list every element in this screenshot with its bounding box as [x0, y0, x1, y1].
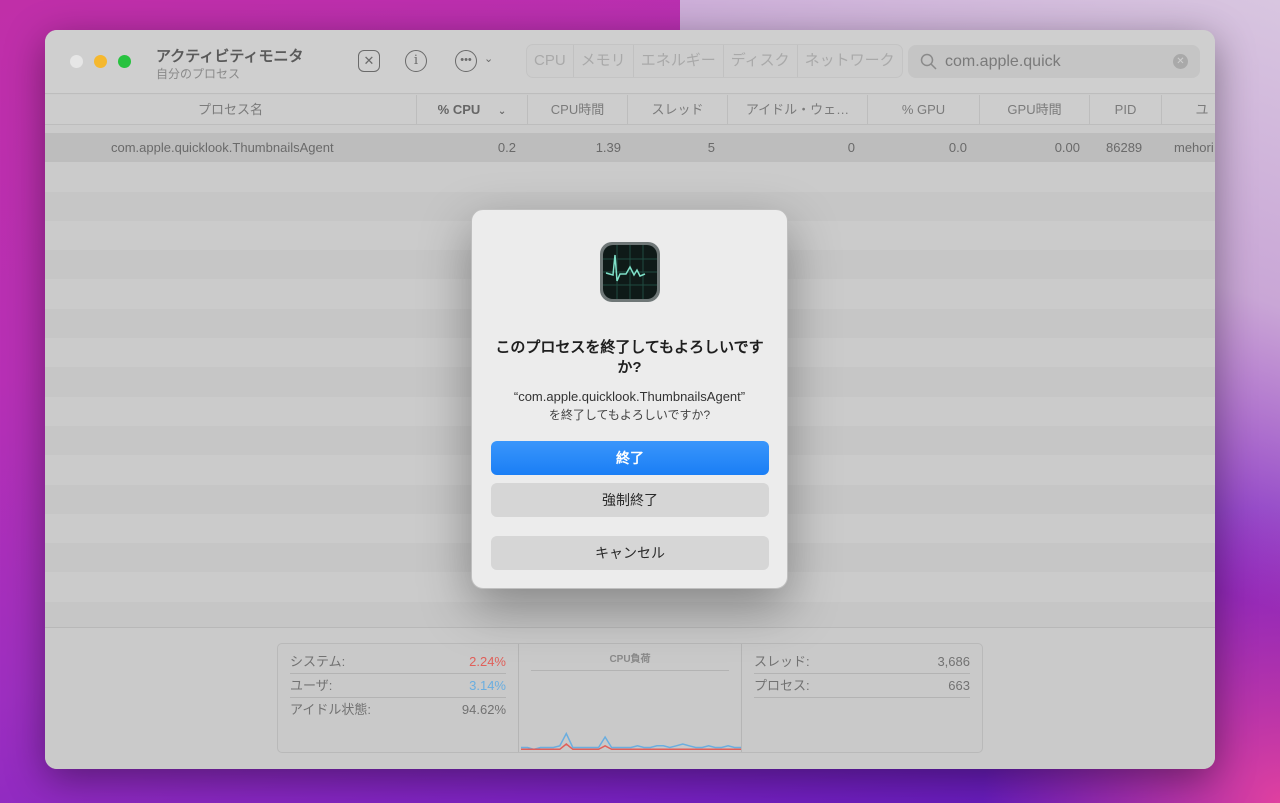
stat-value: 2.24%: [469, 654, 506, 669]
tab-memory[interactable]: メモリ: [574, 45, 634, 77]
cancel-button[interactable]: キャンセル: [491, 536, 769, 570]
stat-processes: プロセス: 663: [754, 674, 970, 698]
column-pid[interactable]: PID: [1090, 95, 1162, 125]
stat-idle: アイドル状態: 94.62%: [290, 698, 506, 722]
chart-title: CPU負荷: [531, 650, 729, 671]
tab-cpu[interactable]: CPU: [527, 45, 574, 77]
column-process-name[interactable]: プロセス名: [45, 95, 417, 125]
column-gpu-time[interactable]: GPU時間: [980, 95, 1090, 125]
table-header: プロセス名 % CPU ⌄ CPU時間 スレッド アイドル・ウェ… % GPU …: [45, 95, 1215, 125]
footer-panel: システム: 2.24% ユーザ: 3.14% アイドル状態: 94.62% CPU負荷…: [45, 627, 1215, 769]
cell-gpu: 0.0: [948, 140, 967, 155]
stat-threads: スレッド: 3,686: [754, 650, 970, 674]
dialog-title: このプロセスを終了してもよろしいですか?: [495, 339, 764, 376]
quit-button[interactable]: 終了: [491, 441, 769, 475]
column-cpu[interactable]: % CPU ⌄: [417, 95, 528, 125]
cpu-load-chart: CPU負荷: [518, 644, 742, 752]
cell-cpu-time: 1.39: [595, 140, 621, 155]
search-field[interactable]: com.apple.quick ✕: [908, 45, 1200, 78]
column-cpu-label: % CPU: [437, 102, 481, 117]
column-gpu[interactable]: % GPU: [868, 95, 980, 125]
tab-network[interactable]: ネットワーク: [798, 45, 902, 77]
tab-disk[interactable]: ディスク: [724, 45, 798, 77]
search-icon: [920, 53, 937, 70]
stat-value: 3.14%: [469, 678, 506, 693]
quit-process-dialog: このプロセスを終了してもよろしいですか? “com.apple.quickloo…: [471, 209, 788, 589]
cpu-stats: システム: 2.24% ユーザ: 3.14% アイドル状態: 94.62% CPU負荷…: [277, 643, 983, 753]
minimize-button[interactable]: [94, 55, 107, 68]
stat-value: 663: [948, 678, 970, 693]
column-threads[interactable]: スレッド: [628, 95, 728, 125]
stat-value: 3,686: [937, 654, 970, 669]
column-idle-wake[interactable]: アイドル・ウェ…: [728, 95, 868, 125]
info-icon[interactable]: i: [405, 50, 427, 72]
tab-bar: CPU メモリ エネルギー ディスク ネットワーク: [526, 44, 903, 78]
column-user[interactable]: ユ: [1162, 95, 1215, 125]
activity-monitor-app-icon: [600, 242, 660, 302]
cell-user: mehori: [1174, 140, 1214, 155]
empty-row: [45, 162, 1215, 191]
cell-cpu: 0.2: [497, 140, 516, 155]
ellipsis-icon[interactable]: •••: [455, 50, 477, 72]
stat-label: スレッド:: [754, 654, 810, 669]
table-row[interactable]: com.apple.quicklook.ThumbnailsAgent 0.2 …: [45, 133, 1215, 163]
search-input[interactable]: com.apple.quick: [945, 53, 1061, 71]
zoom-button[interactable]: [118, 55, 131, 68]
tab-energy[interactable]: エネルギー: [634, 45, 724, 77]
chevron-down-icon[interactable]: ⌄: [484, 52, 493, 65]
window-title: アクティビティモニタ: [156, 48, 304, 65]
cell-idle-wake: 0: [847, 140, 855, 155]
cell-gpu-time: 0.00: [1054, 140, 1080, 155]
cell-pid: 86289: [1106, 140, 1143, 155]
stat-label: システム:: [290, 654, 346, 669]
stat-label: プロセス:: [754, 678, 810, 693]
toolbar: アクティビティモニタ 自分のプロセス ✕ i ••• ⌄ CPU メモリ エネル…: [45, 30, 1215, 94]
clear-search-icon[interactable]: ✕: [1173, 54, 1188, 69]
dialog-message-line1: “com.apple.quicklook.ThumbnailsAgent”: [513, 389, 746, 404]
cell-threads: 5: [707, 140, 715, 155]
dialog-message-line2: を終了してもよろしいですか?: [548, 408, 711, 422]
column-cpu-time[interactable]: CPU時間: [528, 95, 628, 125]
cell-process-name: com.apple.quicklook.ThumbnailsAgent: [111, 140, 334, 155]
force-quit-button[interactable]: 強制終了: [491, 483, 769, 517]
stat-label: アイドル状態:: [290, 702, 371, 717]
stat-user: ユーザ: 3.14%: [290, 674, 506, 698]
close-button[interactable]: [70, 55, 83, 68]
stat-label: ユーザ:: [290, 678, 333, 693]
user-load-line: [521, 731, 741, 751]
window-subtitle: 自分のプロセス: [156, 67, 241, 81]
stop-process-icon[interactable]: ✕: [358, 50, 380, 72]
sort-chevron-icon: ⌄: [497, 106, 507, 117]
stat-system: システム: 2.24%: [290, 650, 506, 674]
stat-value: 94.62%: [461, 702, 506, 717]
cpu-load-graph: [521, 731, 741, 751]
